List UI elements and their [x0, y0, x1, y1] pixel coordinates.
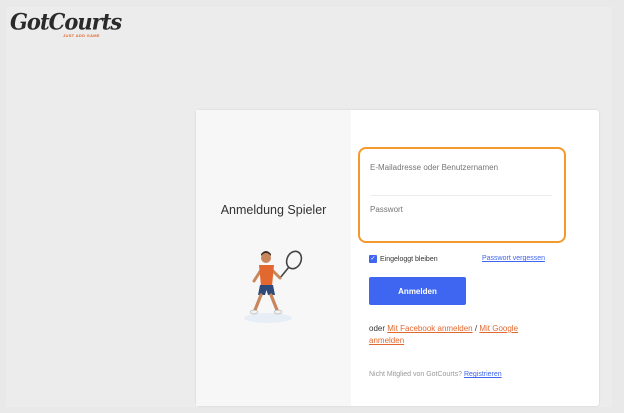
- remember-me-label[interactable]: Eingeloggt bleiben: [380, 256, 438, 263]
- facebook-login-link[interactable]: Mit Facebook anmelden: [387, 324, 472, 333]
- password-input[interactable]: [370, 205, 550, 214]
- register-prefix: Nicht Mitglied von GotCourts?: [369, 371, 462, 378]
- login-card-left-panel: Anmeldung Spieler: [196, 110, 351, 406]
- field-divider: [370, 195, 552, 196]
- social-separator: /: [474, 324, 478, 333]
- email-field-wrapper: [370, 163, 550, 172]
- gotcourts-logo[interactable]: GotCourts JUST ADD GAME: [10, 8, 122, 38]
- social-login-text: oder Mit Facebook anmelden / Mit Google …: [369, 323, 549, 347]
- login-button[interactable]: Anmelden: [369, 277, 466, 305]
- credentials-box: [358, 147, 566, 243]
- remember-me-checkbox[interactable]: ✓: [369, 255, 377, 263]
- login-card: Anmeldung Spieler E-Mailadresse oder Ben…: [196, 110, 599, 406]
- tennis-player-icon: [244, 250, 303, 323]
- social-prefix: oder: [369, 324, 386, 333]
- forgot-password-link[interactable]: Passwort vergessen: [482, 255, 545, 262]
- register-link[interactable]: Registrieren: [464, 371, 502, 378]
- logo-wordmark: GotCourts: [10, 8, 122, 35]
- email-input[interactable]: [370, 163, 550, 172]
- password-field-wrapper: [370, 205, 550, 214]
- register-row: Nicht Mitglied von GotCourts? Registrier…: [369, 371, 502, 378]
- login-card-right-panel: ✓ Eingeloggt bleiben Passwort vergessen …: [351, 110, 599, 406]
- login-title: Anmeldung Spieler: [220, 203, 327, 217]
- remember-me-row[interactable]: ✓ Eingeloggt bleiben: [369, 255, 438, 263]
